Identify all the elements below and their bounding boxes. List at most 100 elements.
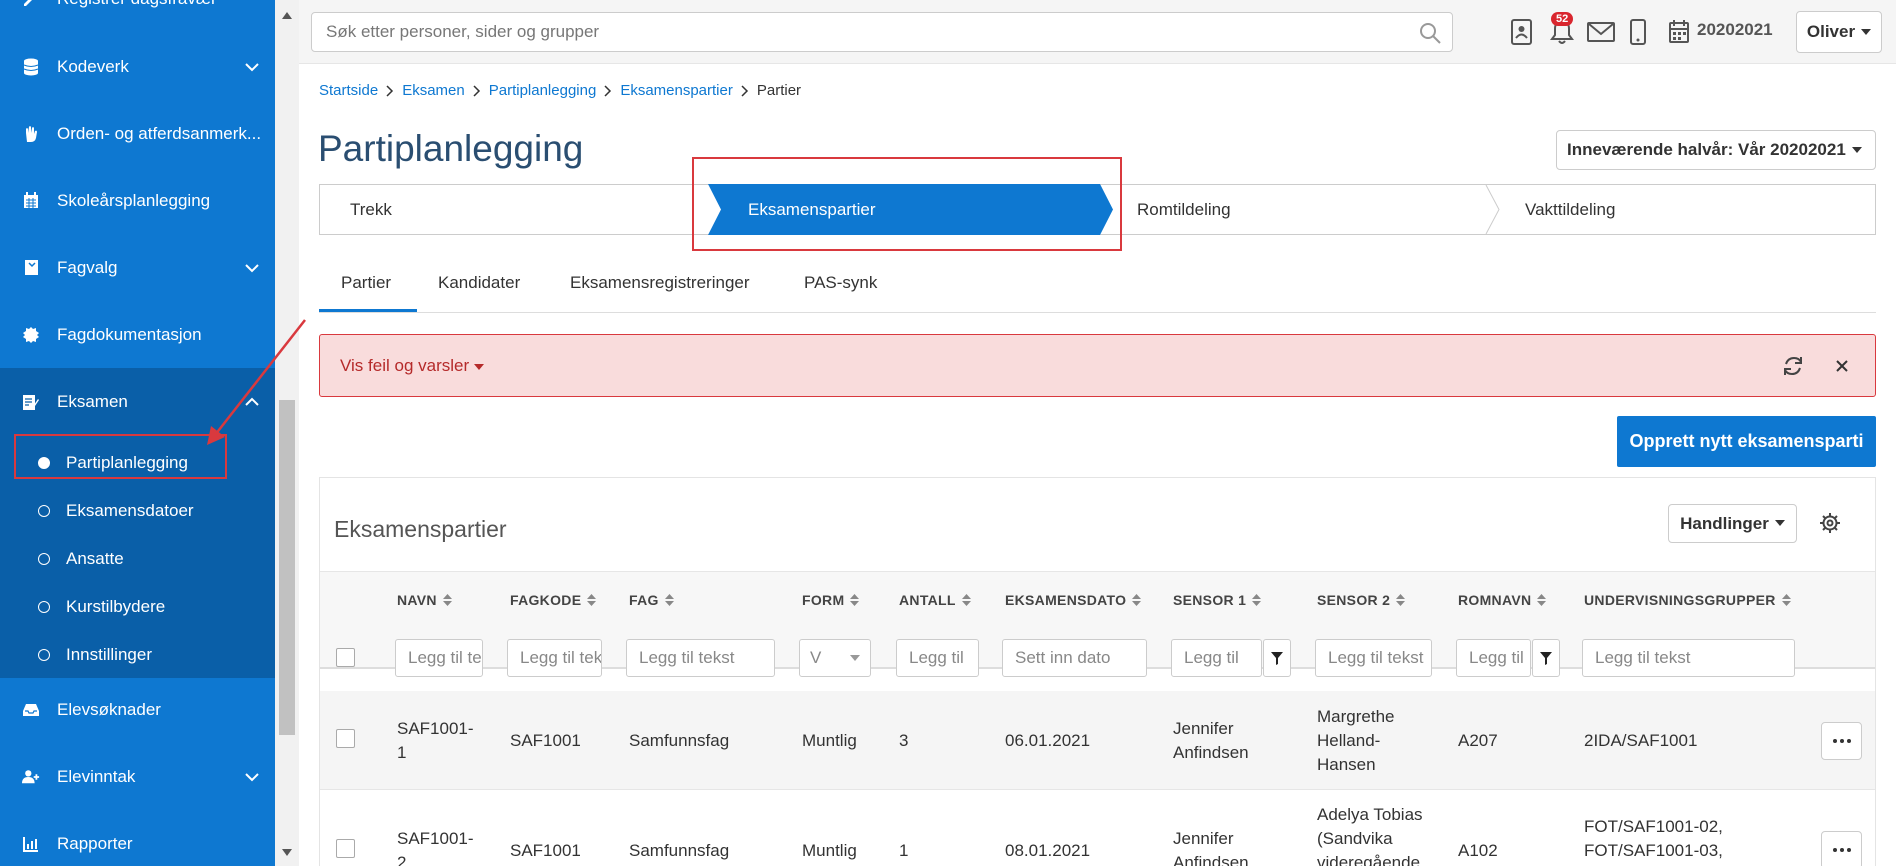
- filter-fag-input[interactable]: Legg til tekst: [626, 639, 775, 677]
- column-header-eksamensdato[interactable]: EKSAMENSDATO: [1005, 592, 1142, 608]
- wizard-step-trekk[interactable]: Trekk: [350, 185, 392, 234]
- filter-sensor2-input[interactable]: Legg til tekst: [1315, 639, 1432, 677]
- sidebar-item-elevinntak[interactable]: Elevinntak: [0, 743, 275, 810]
- chevron-right-icon: [473, 84, 480, 97]
- row-checkbox[interactable]: [336, 839, 355, 858]
- scroll-up-icon[interactable]: [281, 10, 293, 20]
- row-actions-button[interactable]: [1821, 722, 1862, 760]
- wizard-step-vakttildeling[interactable]: Vakttildeling: [1525, 185, 1615, 234]
- filter-romnavn-input[interactable]: Legg til: [1456, 639, 1531, 677]
- cell-romnavn: A207: [1458, 731, 1498, 750]
- wizard-separator: [1485, 185, 1500, 234]
- filter-undervisningsgrupper-input[interactable]: Legg til tekst: [1582, 639, 1795, 677]
- cell-sensor1: Jennifer Anfindsen: [1173, 829, 1249, 866]
- hand-icon: [22, 125, 40, 143]
- chevron-down-icon: [245, 62, 259, 71]
- breadcrumb-eksamenspartier[interactable]: Eksamenspartier: [620, 82, 733, 99]
- sidebar-item-kodeverk[interactable]: Kodeverk: [0, 33, 275, 100]
- term-label[interactable]: 20202021: [1697, 20, 1773, 40]
- select-all-checkbox[interactable]: [336, 648, 355, 667]
- column-header-romnavn[interactable]: ROMNAVN: [1458, 592, 1547, 608]
- filter-fagkode-input[interactable]: Legg til tekst: [507, 639, 602, 677]
- column-header-antall[interactable]: ANTALL: [899, 592, 971, 608]
- breadcrumb-current: Partier: [756, 82, 802, 99]
- sort-icon: [1396, 594, 1406, 606]
- column-header-fag[interactable]: FAG: [629, 592, 674, 608]
- table-header: NAVN FAGKODE FAG FORM ANTALL EKSAMENSDAT…: [320, 571, 1875, 677]
- sort-icon: [1537, 594, 1547, 606]
- sort-icon: [1252, 594, 1262, 606]
- cell-romnavn: A102: [1458, 841, 1498, 860]
- handlinger-dropdown[interactable]: Handlinger: [1668, 504, 1797, 543]
- sidebar-item-elevsoknader[interactable]: Elevsøknader: [0, 676, 275, 743]
- calendar-icon: [22, 192, 40, 210]
- caret-down-icon: [1851, 146, 1862, 153]
- cell-sensor2: Adelya Tobias (Sandvika videregående: [1317, 805, 1423, 866]
- sidebar-subitem-innstillinger[interactable]: Innstillinger: [0, 631, 275, 679]
- refresh-icon[interactable]: [1782, 355, 1804, 377]
- filter-antall-input[interactable]: Legg til: [896, 639, 979, 677]
- sidebar-item-fagvalg[interactable]: Fagvalg: [0, 234, 275, 301]
- cell-navn: SAF1001- 2: [397, 829, 474, 866]
- sort-icon: [850, 594, 860, 606]
- sidebar-item-registrer-dagsfravar[interactable]: Registrer dagsfravær: [0, 0, 275, 32]
- gear-icon[interactable]: [1819, 512, 1841, 534]
- close-icon[interactable]: [1834, 358, 1850, 374]
- tab-partier[interactable]: Partier: [341, 273, 391, 293]
- calendar-icon[interactable]: [1668, 18, 1690, 46]
- row-checkbox[interactable]: [336, 729, 355, 748]
- search-input[interactable]: Søk etter personer, sider og grupper: [311, 12, 1453, 52]
- sidebar-subitem-ansatte[interactable]: Ansatte: [0, 535, 275, 583]
- filter-eksamensdato-input[interactable]: Sett inn dato: [1002, 639, 1147, 677]
- cell-form: Muntlig: [802, 731, 857, 750]
- tab-eksamensregistreringer[interactable]: Eksamensregistreringer: [570, 273, 750, 293]
- row-actions-button[interactable]: [1821, 831, 1862, 866]
- breadcrumb-eksamen[interactable]: Eksamen: [402, 82, 465, 99]
- halvar-select[interactable]: Inneværende halvår: Vår 20202021: [1556, 130, 1876, 170]
- breadcrumb-partiplanlegging[interactable]: Partiplanlegging: [489, 82, 597, 99]
- cell-navn: SAF1001- 1: [397, 719, 474, 762]
- sidebar-subitem-eksamensdatoer[interactable]: Eksamensdatoer: [0, 487, 275, 535]
- alert-toggle[interactable]: Vis feil og varsler: [340, 356, 484, 376]
- column-header-form[interactable]: FORM: [802, 592, 860, 608]
- column-header-fagkode[interactable]: FAGKODE: [510, 592, 597, 608]
- tab-bar: Partier Kandidater Eksamensregistreringe…: [319, 268, 1876, 313]
- chevron-down-icon: [245, 772, 259, 781]
- tab-pas-synk[interactable]: PAS-synk: [804, 273, 877, 293]
- panel-title: Eksamenspartier: [334, 516, 507, 542]
- filter-navn-input[interactable]: Legg til tekst: [395, 639, 483, 677]
- table-row[interactable]: SAF1001- 2 SAF1001 Samfunnsfag Muntlig 1 …: [320, 791, 1875, 866]
- column-header-sensor1[interactable]: SENSOR 1: [1173, 592, 1262, 608]
- scroll-down-icon[interactable]: [281, 848, 293, 858]
- pencil-icon: [22, 0, 40, 8]
- column-header-undervisningsgrupper[interactable]: UNDERVISNINGSGRUPPER: [1584, 592, 1791, 608]
- breadcrumb-startside[interactable]: Startside: [319, 82, 378, 99]
- table-row[interactable]: SAF1001- 1 SAF1001 Samfunnsfag Muntlig 3 …: [320, 691, 1875, 790]
- create-eksamensparti-button[interactable]: Opprett nytt eksamensparti: [1617, 416, 1876, 467]
- sort-icon: [1781, 594, 1791, 606]
- cell-undervisningsgrupper: 2IDA/SAF1001: [1584, 731, 1698, 750]
- cell-fagkode: SAF1001: [510, 841, 581, 860]
- filter-sensor1-input[interactable]: Legg til: [1171, 639, 1262, 677]
- column-header-navn[interactable]: NAVN: [397, 592, 452, 608]
- scrollbar-thumb[interactable]: [279, 400, 295, 735]
- tab-kandidater[interactable]: Kandidater: [438, 273, 520, 293]
- wizard-step-romtildeling[interactable]: Romtildeling: [1137, 185, 1231, 234]
- search-icon[interactable]: [1418, 21, 1442, 45]
- chevron-right-icon: [741, 84, 748, 97]
- filter-sensor1-button[interactable]: [1263, 639, 1291, 677]
- mobile-icon[interactable]: [1629, 18, 1647, 46]
- sidebar-item-rapporter[interactable]: Rapporter: [0, 810, 275, 866]
- filter-form-select[interactable]: V: [799, 639, 871, 677]
- user-menu-button[interactable]: Oliver: [1796, 11, 1882, 53]
- caret-down-icon: [473, 364, 484, 370]
- sidebar-subitem-kurstilbydere[interactable]: Kurstilbydere: [0, 583, 275, 631]
- column-header-sensor2[interactable]: SENSOR 2: [1317, 592, 1406, 608]
- sidebar-item-orden[interactable]: Orden- og atferdsanmerk...: [0, 100, 275, 167]
- book-icon: [22, 259, 40, 277]
- filter-romnavn-button[interactable]: [1532, 639, 1560, 677]
- mail-icon[interactable]: [1586, 18, 1616, 46]
- cell-sensor1: Jennifer Anfindsen: [1173, 719, 1249, 762]
- sidebar-item-skolearsplanlegging[interactable]: Skoleårsplanlegging: [0, 167, 275, 234]
- contacts-icon[interactable]: [1509, 18, 1535, 46]
